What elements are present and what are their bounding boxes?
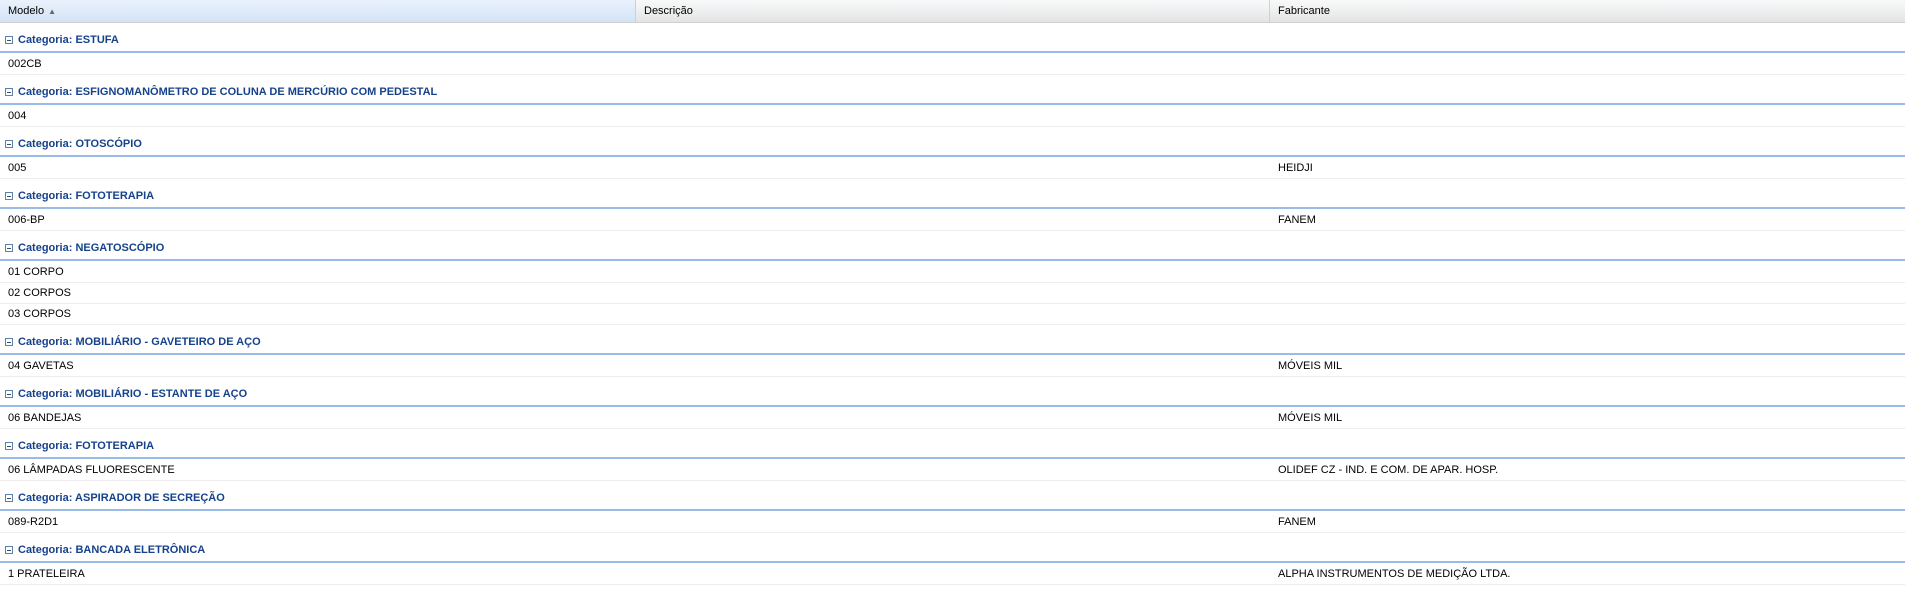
cell-description [636, 408, 644, 428]
group-header[interactable]: Categoria: BANCADA ELETRÔNICA [0, 536, 1905, 564]
group-header[interactable]: Categoria: ASPIRADOR DE SECREÇÃO [0, 484, 1905, 512]
group-header[interactable]: Categoria: ESTUFA [0, 26, 1905, 54]
grid-header: Modelo ▲ Descrição Fabricante [0, 0, 1905, 23]
group-divider [0, 207, 1905, 209]
table-row[interactable]: 01 CORPO [0, 262, 1905, 283]
column-header-fabricante[interactable]: Fabricante [1270, 0, 1905, 22]
group-label: Categoria: MOBILIÁRIO - ESTANTE DE AÇO [18, 388, 248, 400]
cell-description [636, 54, 644, 74]
cell-manufacturer [1270, 262, 1278, 282]
cell-model: 1 PRATELEIRA [8, 568, 85, 580]
column-header-descricao[interactable]: Descrição [636, 0, 1270, 22]
cell-description [636, 158, 644, 178]
column-header-modelo[interactable]: Modelo ▲ [0, 0, 636, 22]
table-row[interactable]: 006-BP FANEM [0, 210, 1905, 231]
group-divider [0, 405, 1905, 407]
cell-description [636, 283, 644, 303]
group-divider [0, 561, 1905, 563]
cell-model: 089-R2D1 [8, 516, 59, 528]
collapse-group-icon[interactable] [5, 192, 13, 200]
group-header[interactable]: Categoria: ESFIGNOMANÔMETRO DE COLUNA DE… [0, 78, 1905, 106]
cell-model: 04 GAVETAS [8, 360, 74, 372]
cell-manufacturer [1270, 304, 1278, 324]
table-row[interactable]: 005 HEIDJI [0, 158, 1905, 179]
group-header[interactable]: Categoria: FOTOTERAPIA [0, 182, 1905, 210]
group-divider [0, 51, 1905, 53]
cell-description [636, 356, 644, 376]
group-label: Categoria: NEGATOSCÓPIO [18, 242, 165, 254]
cell-manufacturer [1270, 283, 1278, 303]
cell-manufacturer: OLIDEF CZ - IND. E COM. DE APAR. HOSP. [1278, 464, 1499, 476]
group-label: Categoria: ESFIGNOMANÔMETRO DE COLUNA DE… [18, 86, 438, 98]
sort-ascending-icon: ▲ [48, 7, 56, 16]
cell-description [636, 460, 644, 480]
table-row[interactable]: 06 LÂMPADAS FLUORESCENTE OLIDEF CZ - IND.… [0, 460, 1905, 481]
cell-manufacturer [1270, 106, 1278, 126]
group-label: Categoria: FOTOTERAPIA [18, 190, 155, 202]
cell-manufacturer: FANEM [1278, 214, 1316, 226]
group-label: Categoria: BANCADA ELETRÔNICA [18, 544, 206, 556]
column-header-label: Descrição [644, 5, 693, 17]
table-row[interactable]: 089-R2D1 FANEM [0, 512, 1905, 533]
collapse-group-icon[interactable] [5, 390, 13, 398]
table-row[interactable]: 03 CORPOS [0, 304, 1905, 325]
table-row[interactable]: 004 [0, 106, 1905, 127]
group-label: Categoria: ESTUFA [18, 34, 119, 46]
collapse-group-icon[interactable] [5, 244, 13, 252]
table-row[interactable]: 002CB [0, 54, 1905, 75]
column-header-label: Fabricante [1278, 5, 1330, 17]
group-label: Categoria: OTOSCÓPIO [18, 138, 142, 150]
group-header[interactable]: Categoria: MOBILIÁRIO - ESTANTE DE AÇO [0, 380, 1905, 408]
cell-manufacturer: MÓVEIS MIL [1278, 360, 1343, 372]
group-header[interactable]: Categoria: NEGATOSCÓPIO [0, 234, 1905, 262]
cell-model: 005 [8, 162, 27, 174]
group-divider [0, 509, 1905, 511]
group-header[interactable]: Categoria: FOTOTERAPIA [0, 432, 1905, 460]
group-label: Categoria: ASPIRADOR DE SECREÇÃO [18, 492, 225, 504]
cell-manufacturer [1270, 54, 1278, 74]
cell-model: 002CB [8, 58, 42, 70]
cell-description [636, 304, 644, 324]
table-row[interactable]: 06 BANDEJAS MÓVEIS MIL [0, 408, 1905, 429]
collapse-group-icon[interactable] [5, 36, 13, 44]
cell-description [636, 106, 644, 126]
group-divider [0, 259, 1905, 261]
cell-description [636, 210, 644, 230]
cell-manufacturer: MÓVEIS MIL [1278, 412, 1343, 424]
group-label: Categoria: MOBILIÁRIO - GAVETEIRO DE AÇO [18, 336, 261, 348]
cell-description [636, 262, 644, 282]
collapse-group-icon[interactable] [5, 338, 13, 346]
cell-description [636, 564, 644, 584]
collapse-group-icon[interactable] [5, 442, 13, 450]
cell-model: 03 CORPOS [8, 308, 71, 320]
group-header[interactable]: Categoria: MOBILIÁRIO - GAVETEIRO DE AÇO [0, 328, 1905, 356]
cell-manufacturer: FANEM [1278, 516, 1316, 528]
table-row[interactable]: 02 CORPOS [0, 283, 1905, 304]
collapse-group-icon[interactable] [5, 88, 13, 96]
cell-model: 02 CORPOS [8, 287, 71, 299]
collapse-group-icon[interactable] [5, 494, 13, 502]
table-row[interactable]: 04 GAVETAS MÓVEIS MIL [0, 356, 1905, 377]
cell-model: 01 CORPO [8, 266, 64, 278]
cell-model: 06 BANDEJAS [8, 412, 82, 424]
table-row[interactable]: 1 PRATELEIRA ALPHA INSTRUMENTOS DE MEDIÇÃ… [0, 564, 1905, 585]
collapse-group-icon[interactable] [5, 140, 13, 148]
group-divider [0, 353, 1905, 355]
group-label: Categoria: FOTOTERAPIA [18, 440, 155, 452]
cell-manufacturer: ALPHA INSTRUMENTOS DE MEDIÇÃO LTDA. [1278, 568, 1511, 580]
collapse-group-icon[interactable] [5, 546, 13, 554]
cell-description [636, 512, 644, 532]
cell-model: 006-BP [8, 214, 45, 226]
cell-model: 06 LÂMPADAS FLUORESCENTE [8, 464, 175, 476]
column-header-label: Modelo [8, 5, 45, 17]
cell-manufacturer: HEIDJI [1278, 162, 1313, 174]
group-divider [0, 155, 1905, 157]
cell-model: 004 [8, 110, 27, 122]
group-divider [0, 103, 1905, 105]
group-divider [0, 457, 1905, 459]
group-header[interactable]: Categoria: OTOSCÓPIO [0, 130, 1905, 158]
